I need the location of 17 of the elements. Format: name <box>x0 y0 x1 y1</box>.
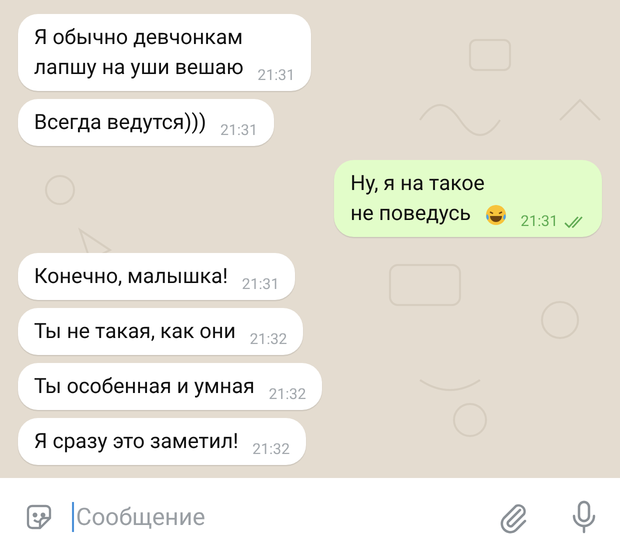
message-input[interactable]: Сообщение <box>76 499 498 535</box>
message-text: Ну, я на такое не поведусь <box>350 171 485 228</box>
message-text: Ты особенная и умная <box>34 374 255 401</box>
message-time: 21:31 <box>258 66 295 84</box>
message-time: 21:32 <box>250 330 288 348</box>
microphone-icon[interactable] <box>572 500 596 534</box>
message-text: Ты не такая, как они <box>34 319 236 346</box>
message-time: 21:32 <box>252 440 290 458</box>
message-text: Конечно, малышка! <box>34 264 228 291</box>
message-text: Я сразу это заметил! <box>34 429 238 456</box>
message-text: Всегда ведутся))) <box>34 110 206 137</box>
message-text: Я обычно девчонкам лапшу на уши вешаю <box>34 25 244 82</box>
message-time: 21:31 <box>520 212 558 230</box>
sticker-icon[interactable] <box>24 502 54 532</box>
message-time: 21:31 <box>242 275 280 293</box>
message-time: 21:31 <box>220 121 258 139</box>
message-time: 21:32 <box>268 385 306 403</box>
